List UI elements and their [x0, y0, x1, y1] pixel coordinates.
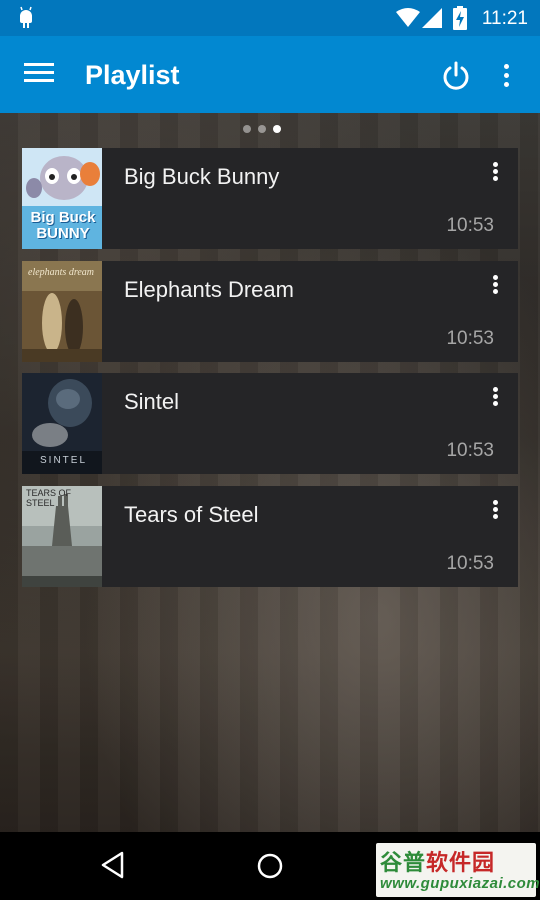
status-bar: 11:21 [0, 0, 540, 36]
video-duration: 10:53 [446, 440, 494, 461]
wifi-icon [396, 8, 420, 27]
video-title: Sintel [124, 389, 180, 414]
menu-icon[interactable] [20, 58, 56, 92]
page-indicator [243, 125, 281, 133]
battery-charging-icon [453, 6, 467, 30]
video-duration: 10:53 [446, 552, 494, 574]
watermark-name-red: 软件园 [426, 850, 496, 875]
video-thumbnail: SINTEL [22, 373, 102, 474]
page-dot[interactable] [258, 125, 266, 133]
video-title: Elephants Dream [124, 276, 294, 302]
page-dot-active[interactable] [273, 125, 281, 133]
watermark-logo: 谷普软件园 www.gupuxiazai.com [376, 843, 540, 897]
home-icon[interactable] [256, 852, 284, 880]
playlist-item[interactable]: elephants dream Elephants Dream 10:53 [22, 260, 518, 362]
item-overflow-icon[interactable] [486, 273, 504, 301]
playlist: Big Buck BUNNY Big Buck Bunny 10:53 elep… [22, 148, 518, 598]
power-icon[interactable] [440, 60, 472, 92]
cell-signal-icon [422, 8, 442, 28]
thumbnail-text: Big Buck BUNNY [30, 209, 96, 242]
playlist-item[interactable]: Big Buck BUNNY Big Buck Bunny 10:53 [22, 148, 518, 249]
video-duration: 10:53 [446, 215, 494, 236]
thumbnail-text: SINTEL [40, 455, 88, 466]
playlist-item[interactable]: TEARS OF STEEL Tears of Steel 10:53 [22, 485, 518, 587]
status-time: 11:21 [481, 8, 528, 29]
video-thumbnail: elephants dream [22, 260, 102, 362]
item-overflow-icon[interactable] [486, 160, 504, 188]
playlist-item[interactable]: SINTEL Sintel 10:53 [22, 373, 518, 474]
thumbnail-text: TEARS OF STEEL [26, 487, 72, 508]
overflow-menu-icon[interactable] [496, 60, 516, 92]
video-title: Big Buck Bunny [124, 164, 280, 189]
video-title: Tears of Steel [124, 501, 259, 527]
app-bar: Playlist [0, 36, 540, 113]
back-icon[interactable] [98, 850, 128, 880]
watermark-url: www.gupuxiazai.com [380, 875, 540, 892]
android-icon [20, 6, 32, 28]
video-duration: 10:53 [446, 327, 494, 349]
thumbnail-text: elephants dream [28, 266, 95, 278]
page-title: Playlist [85, 60, 180, 90]
video-thumbnail: TEARS OF STEEL [22, 485, 102, 587]
item-overflow-icon[interactable] [486, 385, 504, 413]
video-thumbnail: Big Buck BUNNY [22, 148, 102, 249]
item-overflow-icon[interactable] [486, 498, 504, 526]
page-dot[interactable] [243, 125, 251, 133]
watermark-name-green: 谷普 [380, 850, 427, 875]
